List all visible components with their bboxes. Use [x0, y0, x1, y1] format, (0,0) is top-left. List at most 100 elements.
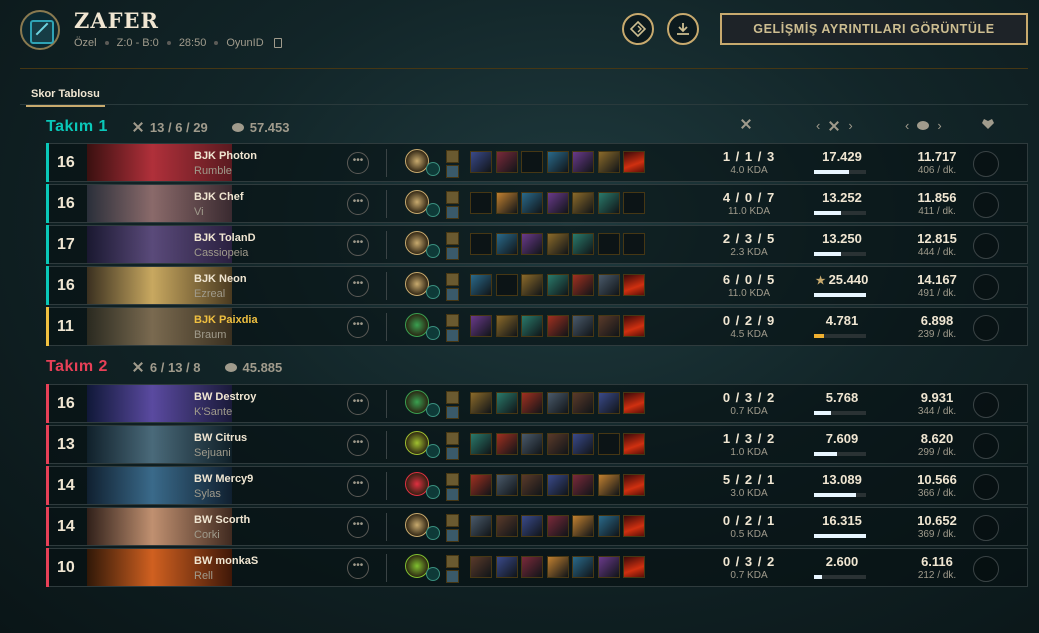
player-row[interactable]: 17 BJK TolanD Cassiopeia ••• 2 / 3 / 5 2…	[46, 225, 1028, 264]
player-name[interactable]: BW Destroy	[194, 391, 256, 403]
chevron-right-icon[interactable]: ›	[848, 118, 852, 133]
gold-column-header[interactable]: ‹ ›	[905, 118, 942, 133]
team-color-bar	[46, 266, 49, 305]
champion-name: K'Sante	[194, 406, 233, 418]
player-name[interactable]: BW Citrus	[194, 432, 247, 444]
player-row[interactable]: 14 BW Mercy9 Sylas ••• 5 / 2 / 1 3.0 KDA…	[46, 466, 1028, 505]
player-gold: 6.116	[921, 554, 953, 569]
more-options-button[interactable]: •••	[347, 234, 369, 256]
view-advanced-details-button[interactable]: GELİŞMİŞ AYRINTILARI GÖRÜNTÜLE	[720, 13, 1028, 45]
honor-button[interactable]	[973, 192, 999, 218]
team-color-bar	[46, 225, 49, 264]
player-kda: 4 / 0 / 7	[722, 190, 776, 205]
gold-icon	[224, 362, 237, 372]
separator-dot	[166, 41, 171, 45]
honor-button[interactable]	[973, 556, 999, 582]
player-name[interactable]: BW monkaS	[194, 555, 258, 567]
row-divider	[386, 149, 387, 177]
secondary-rune-icon	[426, 567, 440, 581]
player-row[interactable]: 16 BJK Neon Ezreal ••• 6 / 0 / 5 11.0 KD…	[46, 266, 1028, 305]
player-name[interactable]: BJK Photon	[194, 150, 257, 162]
damage-bar-fill	[814, 334, 824, 338]
item-icon	[470, 433, 492, 455]
summoner-spell-icon	[446, 473, 459, 486]
player-kda: 6 / 0 / 5	[722, 272, 776, 287]
damage-bar	[814, 211, 866, 215]
champion-level: 14	[57, 518, 75, 535]
honor-button[interactable]	[973, 392, 999, 418]
more-options-button[interactable]: •••	[347, 434, 369, 456]
more-options-button[interactable]: •••	[347, 152, 369, 174]
item-icon	[597, 274, 620, 296]
item-icon	[470, 392, 492, 414]
separator-dot	[214, 41, 219, 45]
item-icon	[572, 192, 594, 214]
copy-icon[interactable]	[273, 38, 282, 48]
player-row[interactable]: 16 BJK Chef Vi ••• 4 / 0 / 7 11.0 KDA ★ …	[46, 184, 1028, 223]
player-name[interactable]: BW Mercy9	[194, 473, 253, 485]
player-row[interactable]: 16 BJK Photon Rumble ••• 1 / 1 / 3 4.0 K…	[46, 143, 1028, 182]
gold-per-minute: 491 / dk.	[917, 288, 957, 299]
kda-ratio: 11.0 KDA	[727, 288, 771, 299]
player-kda: 2 / 3 / 5	[722, 231, 776, 246]
row-divider	[386, 190, 387, 218]
game-mode-icon	[20, 10, 60, 50]
player-gold: 12.815	[917, 231, 957, 246]
trinket-icon	[623, 392, 645, 414]
item-icon	[470, 556, 492, 578]
more-options-button[interactable]: •••	[347, 475, 369, 497]
champion-name: Ezreal	[194, 288, 226, 300]
download-button[interactable]	[667, 13, 699, 45]
more-options-button[interactable]: •••	[347, 393, 369, 415]
more-options-button[interactable]: •••	[347, 193, 369, 215]
chevron-left-icon[interactable]: ‹	[905, 118, 909, 133]
champion-name: Vi	[194, 206, 204, 218]
chevron-right-icon[interactable]: ›	[937, 118, 941, 133]
item-icon	[572, 556, 594, 578]
honor-button[interactable]	[973, 315, 999, 341]
honor-button[interactable]	[973, 433, 999, 459]
more-options-button[interactable]: •••	[347, 275, 369, 297]
honor-button[interactable]	[973, 151, 999, 177]
honor-button[interactable]	[973, 274, 999, 300]
honor-button[interactable]	[973, 233, 999, 259]
more-options-button[interactable]: •••	[347, 316, 369, 338]
team-color-bar	[46, 425, 49, 464]
item-icon	[597, 556, 620, 578]
more-options-button[interactable]: •••	[347, 557, 369, 579]
chevron-left-icon[interactable]: ‹	[816, 118, 820, 133]
item-icon	[572, 392, 594, 414]
item-icon	[521, 556, 543, 578]
summoner-spell-icon	[446, 488, 459, 501]
team1-gold: 57.453	[249, 119, 290, 135]
player-row[interactable]: 10 BW monkaS Rell ••• 0 / 3 / 2 0.7 KDA …	[46, 548, 1028, 587]
item-icon	[546, 474, 569, 496]
damage-column-header[interactable]: ‹ ›	[816, 118, 853, 133]
player-row[interactable]: 11 BJK Paixdia Braum ••• 0 / 2 / 9 4.5 K…	[46, 307, 1028, 346]
damage-bar-fill	[814, 493, 856, 497]
champion-name: Braum	[194, 329, 227, 341]
item-icon	[546, 274, 569, 296]
team2-header: Takım 2 6 / 13 / 8 45.885	[46, 357, 282, 377]
add-replay-button[interactable]	[622, 13, 654, 45]
player-row[interactable]: 13 BW Citrus Sejuani ••• 1 / 3 / 2 1.0 K…	[46, 425, 1028, 464]
player-name[interactable]: BJK Neon	[194, 273, 247, 285]
player-row[interactable]: 14 BW Scorth Corki ••• 0 / 2 / 1 0.5 KDA…	[46, 507, 1028, 546]
damage-bar	[814, 293, 866, 297]
honor-button[interactable]	[973, 515, 999, 541]
summoner-spell-icon	[446, 329, 459, 342]
honor-button[interactable]	[973, 474, 999, 500]
player-row[interactable]: 16 BW Destroy K'Sante ••• 0 / 3 / 2 0.7 …	[46, 384, 1028, 423]
player-name[interactable]: BJK Chef	[194, 191, 244, 203]
gold-per-minute: 444 / dk.	[917, 247, 957, 258]
more-options-button[interactable]: •••	[347, 516, 369, 538]
player-name[interactable]: BJK TolanD	[194, 232, 256, 244]
kda-ratio: 0.7 KDA	[730, 570, 768, 581]
team-color-bar	[46, 507, 49, 546]
player-name[interactable]: BW Scorth	[194, 514, 250, 526]
item-icon	[572, 433, 594, 455]
player-name[interactable]: BJK Paixdia	[194, 314, 258, 326]
row-divider	[386, 390, 387, 418]
empty-item-slot	[470, 233, 492, 255]
empty-item-slot	[521, 151, 543, 173]
